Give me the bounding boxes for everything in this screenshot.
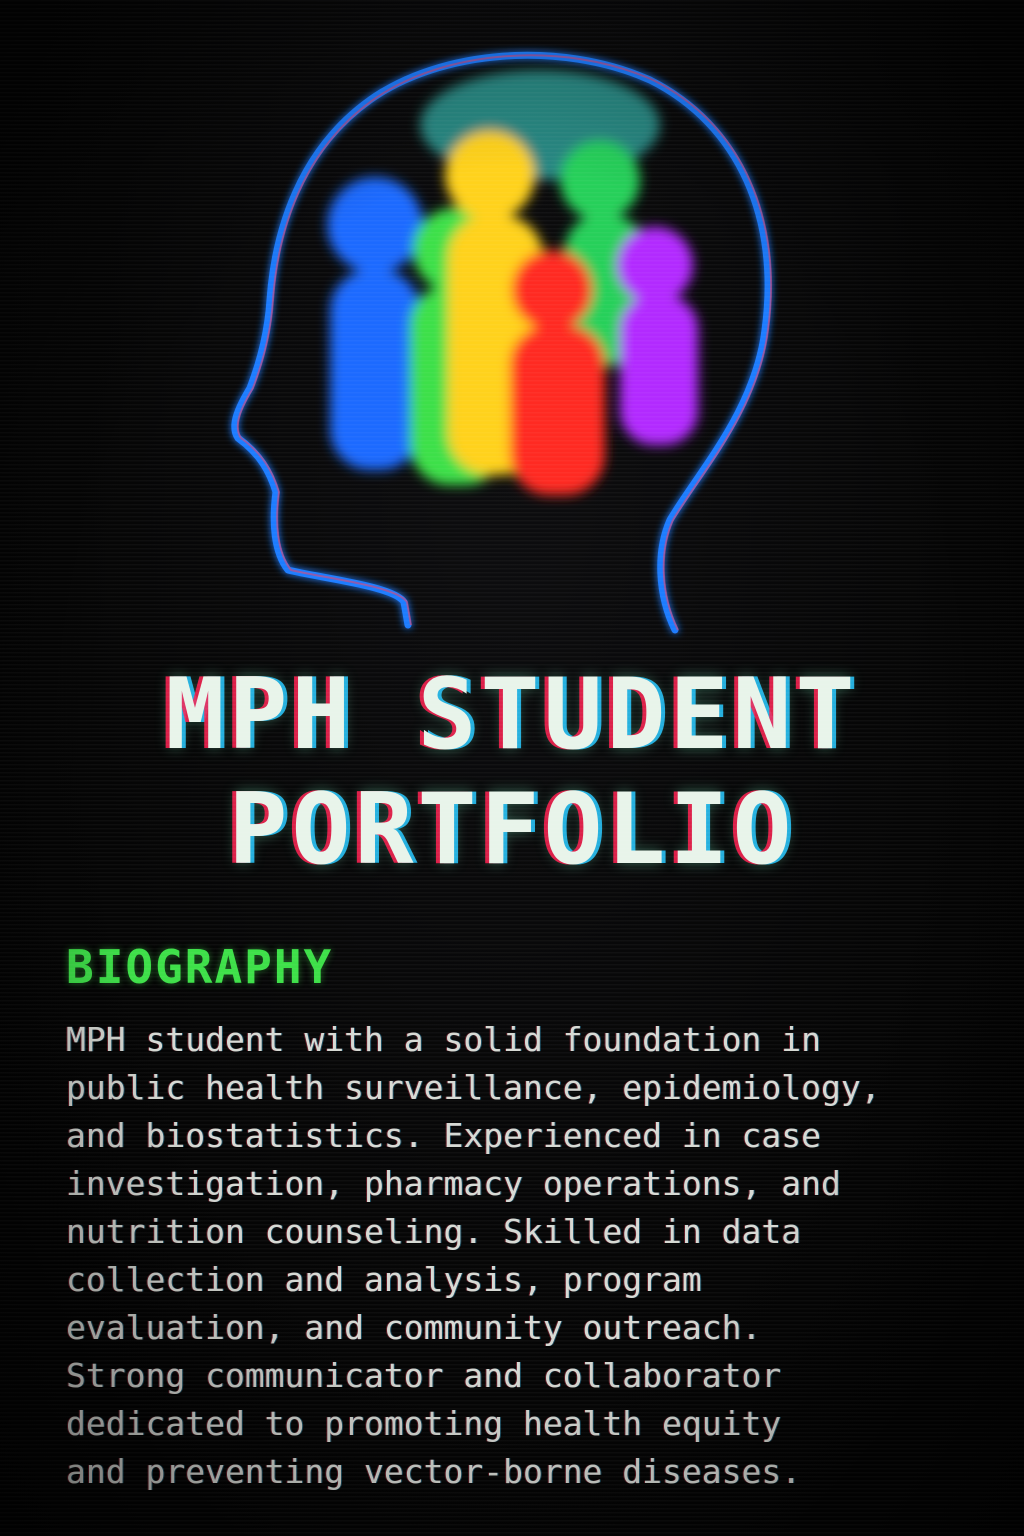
biography-line: nutrition counseling. Skilled in data bbox=[66, 1212, 802, 1251]
biography-line: and biostatistics. Experienced in case bbox=[66, 1116, 821, 1155]
person-red bbox=[510, 250, 605, 495]
biography-line: collection and analysis, program bbox=[66, 1260, 702, 1299]
head-silhouette-with-colorful-people-icon bbox=[231, 51, 772, 634]
biography-line: public health surveillance, epidemiology… bbox=[66, 1068, 881, 1107]
biography-heading: BIOGRAPHY bbox=[66, 940, 334, 994]
person-blue bbox=[327, 177, 423, 470]
hero-illustration bbox=[180, 30, 820, 650]
biography-line: dedicated to promoting health equity bbox=[66, 1404, 782, 1443]
people-cluster bbox=[327, 70, 698, 495]
person-purple bbox=[617, 227, 698, 445]
biography-line: investigation, pharmacy operations, and bbox=[66, 1164, 841, 1203]
biography-line: MPH student with a solid foundation in bbox=[66, 1020, 821, 1059]
biography-line: and preventing vector-borne diseases. bbox=[66, 1452, 802, 1491]
page-title-line-1: MPH STUDENT bbox=[165, 658, 859, 772]
biography-line: Strong communicator and collaborator bbox=[66, 1356, 782, 1395]
page-title-line-2: PORTFOLIO bbox=[228, 773, 796, 887]
biography-line: evaluation, and community outreach. bbox=[66, 1308, 762, 1347]
biography-text: MPH student with a solid foundation in p… bbox=[66, 1016, 966, 1496]
